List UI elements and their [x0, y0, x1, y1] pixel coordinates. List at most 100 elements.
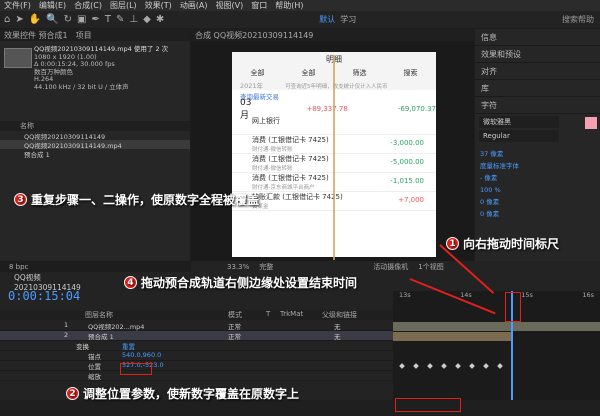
project-item[interactable]: 预合成 1: [0, 149, 190, 159]
font-style-select[interactable]: Regular: [479, 130, 559, 142]
timeline-tab[interactable]: QQ视频20210309114149: [0, 272, 100, 292]
puppet-tool-icon[interactable]: ✱: [156, 14, 164, 25]
ruler-tick: 16s: [582, 291, 594, 299]
info-line: 数百万种颜色: [34, 67, 73, 76]
text-tool-icon[interactable]: T: [105, 14, 111, 25]
callout-1: 1 向右拖动时间标尺: [446, 235, 559, 252]
callout-4: 4 拖动预合成轨道右侧边缘处设置结束时间: [124, 274, 357, 291]
list-header-name[interactable]: 名称: [0, 121, 190, 131]
character-values: 37 像素 度量标准字体 - 像素 100 % 0 像素 0 像素: [480, 148, 595, 220]
used-count: 使用了 2 次: [133, 45, 169, 53]
callout-2: 2 调整位置参数，使新数字覆盖在原数字上: [66, 385, 299, 402]
step-2-badge: 2: [66, 387, 79, 400]
precomp-layer-bar[interactable]: [393, 332, 513, 341]
col-layer-name: 图层名称: [85, 311, 113, 319]
panel-character[interactable]: 字符: [475, 97, 600, 114]
reset-link[interactable]: 重置: [122, 341, 135, 351]
menu-edit[interactable]: 编辑(E): [39, 0, 66, 11]
menu-window[interactable]: 窗口: [251, 0, 267, 11]
scale-value[interactable]: 100 %: [480, 184, 595, 196]
tab-effect-controls[interactable]: 效果控件 预合成1: [4, 30, 68, 41]
layer-row[interactable]: 1 QQ视频202...mp4 正常 无: [0, 321, 393, 331]
playhead-highlight-box: [505, 292, 521, 322]
camera-tool-icon[interactable]: ▣: [77, 14, 86, 25]
menu-layer[interactable]: 图层(L): [110, 0, 137, 11]
col-t: T: [266, 310, 271, 318]
menu-help[interactable]: 帮助(H): [275, 0, 303, 11]
col-mode: 模式: [228, 311, 242, 319]
ruler-tick: 13s: [399, 291, 411, 299]
font-family-select[interactable]: 微软雅黑: [479, 116, 559, 128]
timeline-columns: 图层名称 模式 T TrkMat 父级和链接: [0, 310, 393, 320]
brush-tool-icon[interactable]: ✎: [116, 14, 124, 25]
workspace-default[interactable]: 默认: [319, 14, 335, 25]
current-timecode[interactable]: 0:00:15:04: [8, 289, 80, 303]
footage-thumbnail: [4, 48, 32, 68]
stamp-tool-icon[interactable]: ⊥: [129, 14, 138, 25]
bpc-label[interactable]: 8 bpc: [9, 263, 28, 271]
hand-tool-icon[interactable]: ✋: [29, 14, 41, 25]
prop-transform[interactable]: 变换 重置: [0, 341, 393, 351]
timeline-track-area[interactable]: [393, 291, 600, 401]
menu-animation[interactable]: 动画(A): [180, 0, 208, 11]
tab-project[interactable]: 项目: [76, 30, 92, 41]
project-tabbar: 效果控件 预合成1 项目: [0, 29, 190, 41]
fill-color-swatch[interactable]: [585, 117, 597, 129]
zoom-select[interactable]: 33.3%: [227, 263, 249, 271]
selection-tool-icon[interactable]: ➤: [15, 14, 23, 25]
search-help-input[interactable]: 搜索帮助: [562, 14, 594, 25]
info-line: 44.100 kHz / 32 bit U / 立体声: [34, 82, 129, 91]
views-select[interactable]: 1个视图: [418, 262, 443, 272]
layer-list: 1 QQ视频202...mp4 正常 无 2 预合成 1 正常 无 变换 重置 锚…: [0, 321, 393, 381]
step-3-badge: 3: [14, 193, 27, 206]
time-ruler[interactable]: 13s 14s 15s 16s: [393, 291, 600, 301]
search-button: 搜索: [403, 69, 418, 77]
layer-bounding-guide[interactable]: [333, 55, 335, 260]
pen-tool-icon[interactable]: ✒: [92, 14, 100, 25]
layer-1-bar[interactable]: [393, 322, 600, 331]
viewer-controls: 8 bpc 33.3% 完整 活动摄像机 1个视图: [9, 261, 600, 272]
menu-effect[interactable]: 效果(T): [145, 0, 172, 11]
menu-composition[interactable]: 合成(C): [74, 0, 102, 11]
home-icon[interactable]: ⌂: [4, 14, 10, 25]
project-item[interactable]: QQ视频20210309114149: [0, 131, 190, 141]
callout-3: 3 重复步骤一、二操作，使原数字全程被覆盖: [14, 191, 259, 208]
step-1-badge: 1: [446, 237, 459, 250]
filter-button: 筛选: [352, 69, 367, 77]
eraser-tool-icon[interactable]: ◆: [143, 14, 151, 25]
panel-info[interactable]: 信息: [475, 29, 600, 46]
ruler-tick: 15s: [521, 291, 533, 299]
anchor-value[interactable]: 540.0,960.0: [122, 351, 161, 359]
workspace-learn[interactable]: 学习: [340, 14, 356, 25]
panel-effects-presets[interactable]: 效果和预设: [475, 46, 600, 63]
project-item[interactable]: QQ视频20210309114149.mp4: [0, 140, 190, 150]
timeline-bottom-bar: [0, 400, 600, 416]
prop-position[interactable]: 位置 527.0,-523.0: [0, 361, 393, 371]
prop-anchor[interactable]: 锚点 540.0,960.0: [0, 351, 393, 361]
footage-name: QQ视频20210309114149.mp4: [34, 45, 132, 53]
keyframes[interactable]: [399, 363, 512, 370]
menu-file[interactable]: 文件(F): [4, 0, 31, 11]
prop-scale[interactable]: 缩放: [0, 371, 393, 381]
baseline-value[interactable]: 0 像素: [480, 196, 595, 208]
tab-composition[interactable]: 合成 QQ视频20210309114149: [195, 30, 313, 41]
viewer-tabbar: 合成 QQ视频20210309114149: [191, 29, 474, 41]
tsume-value[interactable]: 0 像素: [480, 208, 595, 220]
font-size-value[interactable]: 37 像素: [480, 148, 595, 160]
panel-library[interactable]: 库: [475, 80, 600, 97]
resolution-select[interactable]: 完整: [259, 262, 273, 272]
right-panel: 信息 效果和预设 对齐 库 字符 微软雅黑 Regular: [475, 29, 600, 261]
menu-bar: 文件(F) 编辑(E) 合成(C) 图层(L) 效果(T) 动画(A) 视图(V…: [0, 0, 600, 11]
layer-row-selected[interactable]: 2 预合成 1 正常 无: [0, 331, 393, 341]
kerning-value[interactable]: 度量标准字体: [480, 160, 595, 172]
rotate-tool-icon[interactable]: ↻: [64, 14, 72, 25]
position-value-highlight-box: [120, 363, 152, 375]
project-list: 名称 QQ视频20210309114149 QQ视频20210309114149…: [0, 121, 190, 159]
stroke-value[interactable]: - 像素: [480, 172, 595, 184]
filter-all-2: 全部: [301, 69, 316, 77]
menu-view[interactable]: 视图(V): [216, 0, 244, 11]
camera-select[interactable]: 活动摄像机: [373, 262, 408, 272]
panel-align[interactable]: 对齐: [475, 63, 600, 80]
zoom-tool-icon[interactable]: 🔍: [46, 14, 58, 25]
col-parent: 父级和链接: [322, 311, 357, 319]
